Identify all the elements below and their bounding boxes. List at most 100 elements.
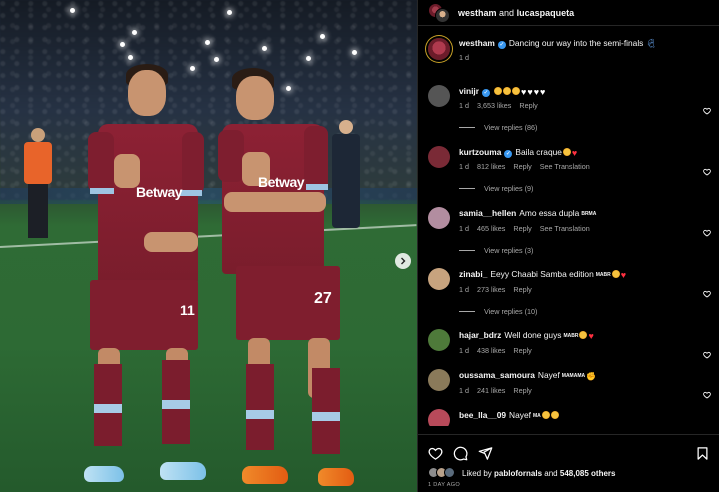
liked-by-count[interactable]: 548,085 others xyxy=(560,469,616,478)
smiley-emoji-icon xyxy=(579,331,588,339)
comment-text: Nayef xyxy=(509,410,531,420)
white-heart-emoji-icon: ♥ xyxy=(533,87,540,97)
comment-likes[interactable]: 273 likes xyxy=(477,285,505,294)
smiley-emoji-icon xyxy=(611,270,620,278)
comment-time: 1 d xyxy=(459,285,469,294)
flag-emoji-tag: MABR xyxy=(595,272,611,278)
comment-username[interactable]: oussama_samoura xyxy=(459,370,535,380)
commenter-avatar[interactable] xyxy=(428,85,450,107)
comment-text: Nayef xyxy=(537,370,560,380)
comment-text: Baila craque xyxy=(515,147,562,157)
comment-item: vinijr ✓ ♥♥♥♥ 1 d 3,653 likes Reply View repli… xyxy=(418,85,719,147)
comment-likes[interactable]: 812 likes xyxy=(477,162,505,171)
comment-likes[interactable]: 438 likes xyxy=(477,346,505,355)
post-caption: westham ✓ Dancing our way into the semi-fi… xyxy=(418,26,719,86)
comment-item: bee_lla__09NayefMA1 d206 likesReply xyxy=(418,409,719,426)
comment-username[interactable]: zinabi_ xyxy=(459,269,487,279)
view-replies-button[interactable]: View replies (10) xyxy=(459,307,707,316)
comment-like-button[interactable] xyxy=(703,102,711,115)
comment-time: 1 d xyxy=(459,162,469,171)
post-timestamp[interactable]: 1 DAY AGO xyxy=(418,479,719,488)
see-translation-button[interactable]: See Translation xyxy=(540,162,590,171)
shorts-number-2: 27 xyxy=(314,290,332,307)
comment-like-button[interactable] xyxy=(703,224,711,237)
lucaspaqueta-avatar[interactable] xyxy=(435,7,450,23)
comment-likes[interactable]: 3,653 likes xyxy=(477,101,511,110)
commenter-avatar[interactable] xyxy=(428,329,450,351)
reply-button[interactable]: Reply xyxy=(513,285,531,294)
author-lucaspaqueta[interactable]: lucaspaqueta xyxy=(517,8,575,18)
comment-text: Eeyy Chaabi Samba edition xyxy=(490,269,594,279)
smiley-emoji-icon xyxy=(541,411,550,419)
comment-time: 1 d xyxy=(459,386,469,395)
comment-like-button[interactable] xyxy=(703,346,711,359)
view-replies-button[interactable]: View replies (9) xyxy=(459,184,707,193)
see-translation-button[interactable]: See Translation xyxy=(540,224,590,233)
view-replies-label: View replies (10) xyxy=(484,307,538,316)
commenter-avatar[interactable] xyxy=(428,369,450,391)
verified-badge-icon: ✓ xyxy=(497,41,506,49)
liked-by-and: and xyxy=(544,468,558,478)
comment-item: kurtzouma ✓ Baila craque ♥ 1 d 812 likes Reply… xyxy=(418,146,719,208)
reply-button[interactable]: Reply xyxy=(519,101,537,110)
flag-emoji-tag: MAMAMA xyxy=(561,373,586,379)
likes-summary: Liked by pablofornals and 548,085 others xyxy=(418,463,719,479)
reply-button[interactable]: Reply xyxy=(513,162,531,171)
post-header: westham and lucaspaqueta xyxy=(418,0,719,26)
comment-time: 1 d xyxy=(459,346,469,355)
comment-like-button[interactable] xyxy=(703,386,711,399)
comment-likes[interactable]: 465 likes xyxy=(477,224,505,233)
flexed-arm-emoji-icon: ✊ xyxy=(586,372,597,381)
view-replies-button[interactable]: View replies (3) xyxy=(459,246,707,255)
share-button[interactable] xyxy=(478,446,493,461)
commenter-avatar[interactable] xyxy=(428,146,450,168)
comment-username[interactable]: vinijr xyxy=(459,86,479,96)
red-heart-emoji-icon: ♥ xyxy=(571,148,578,158)
white-heart-emoji-icon: ♥ xyxy=(540,87,546,97)
replies-dash xyxy=(459,188,475,189)
comment-like-button[interactable] xyxy=(703,285,711,298)
caption-username[interactable]: westham xyxy=(459,38,495,48)
comment-username[interactable]: kurtzouma xyxy=(459,147,501,157)
sponsor-text: Betway xyxy=(136,184,183,200)
commenter-avatar[interactable] xyxy=(428,409,450,426)
comment-username[interactable]: bee_lla__09 xyxy=(459,410,506,420)
flag-emoji-tag: MABR xyxy=(563,333,579,339)
commenter-avatar[interactable] xyxy=(428,207,450,229)
next-image-button[interactable] xyxy=(395,253,411,269)
flag-emoji-tag: MA xyxy=(532,413,541,419)
post-photo[interactable]: Betway 11 Betway 27 xyxy=(0,0,417,492)
smiley-emoji-icon xyxy=(494,87,503,95)
heart-icon xyxy=(703,351,711,359)
author-westham[interactable]: westham xyxy=(458,8,497,18)
comment-likes[interactable]: 241 likes xyxy=(477,386,505,395)
smiley-emoji-icon xyxy=(512,87,521,95)
save-button[interactable] xyxy=(695,446,710,461)
likers-avatars[interactable] xyxy=(428,467,458,479)
liked-by-prefix: Liked by xyxy=(462,468,492,478)
reply-button[interactable]: Reply xyxy=(513,346,531,355)
verified-badge-icon: ✓ xyxy=(504,150,513,158)
comments-list[interactable]: westham ✓ Dancing our way into the semi-fi… xyxy=(418,26,719,426)
like-button[interactable] xyxy=(428,446,443,461)
comment-button[interactable] xyxy=(453,446,468,461)
reply-button[interactable]: Reply xyxy=(513,386,531,395)
caption-avatar[interactable] xyxy=(428,38,450,60)
view-replies-label: View replies (86) xyxy=(484,123,538,132)
commenter-avatar[interactable] xyxy=(428,268,450,290)
view-replies-button[interactable]: View replies (86) xyxy=(459,123,707,132)
bookmark-icon xyxy=(697,446,708,460)
white-heart-emoji-icon: ♥ xyxy=(521,87,527,97)
smiley-emoji-icon xyxy=(503,87,512,95)
collab-avatars[interactable] xyxy=(428,2,452,23)
liked-by-user[interactable]: pablofornals xyxy=(494,469,542,478)
white-heart-emoji-icon: ♥ xyxy=(527,87,533,97)
comment-username[interactable]: hajar_bdrz xyxy=(459,330,501,340)
reply-button[interactable]: Reply xyxy=(513,224,531,233)
replies-dash xyxy=(459,311,475,312)
comment-like-button[interactable] xyxy=(703,163,711,176)
comment-username[interactable]: samia__hellen xyxy=(459,208,516,218)
player-paqueta: Betway 11 xyxy=(84,64,214,484)
comment-item: oussama_samoura Nayef MAMAMA✊ 1 d 241 likes R… xyxy=(418,369,719,410)
heart-icon xyxy=(703,229,711,237)
